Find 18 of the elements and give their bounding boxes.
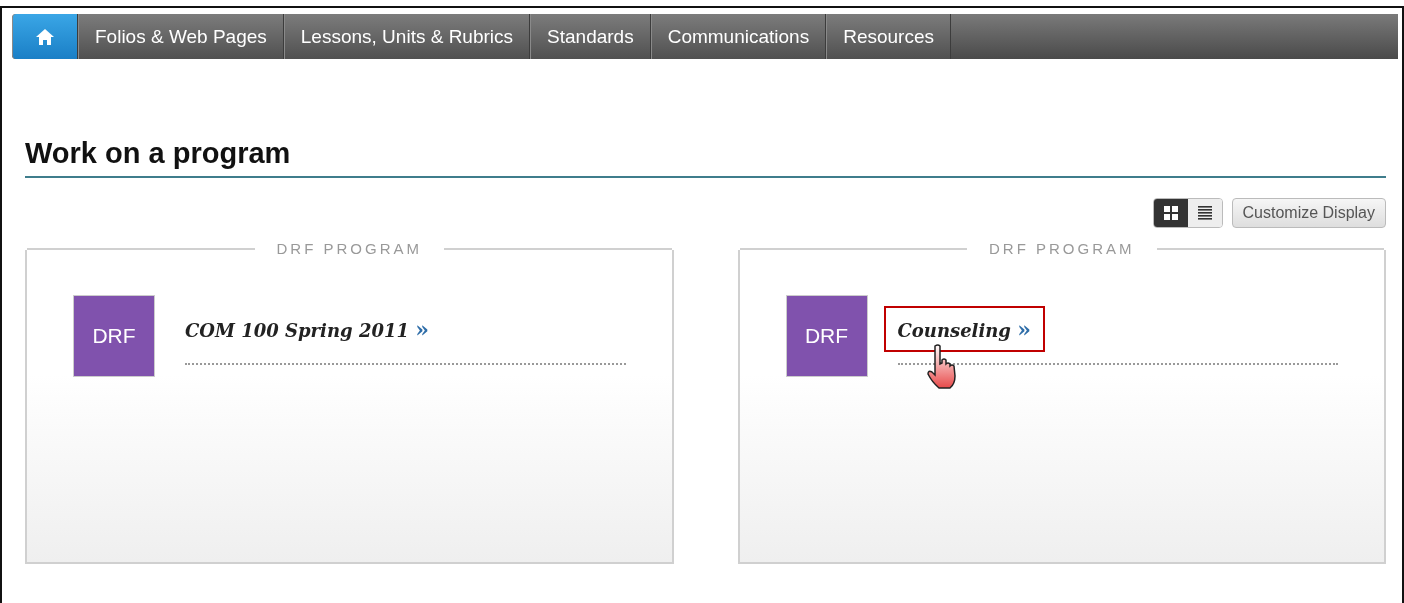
list-view-button[interactable] [1187,199,1222,227]
nav-tab[interactable]: Resources [826,14,951,59]
program-link[interactable]: COM 100 Spring 2011 » [171,306,443,352]
grid-icon [1163,206,1178,220]
card-legend: DRF PROGRAM [967,240,1157,257]
grid-view-button[interactable] [1153,199,1188,227]
program-badge: DRF [73,295,155,377]
nav-tab[interactable]: Lessons, Units & Rubrics [283,14,531,59]
nav-tab[interactable]: Standards [530,14,651,59]
card-legend: DRF PROGRAM [254,240,444,257]
program-badge: DRF [785,295,868,377]
nav-tab[interactable]: Communications [650,14,827,59]
home-tab[interactable] [12,14,78,59]
nav-tab[interactable]: Folios & Web Pages [78,14,284,59]
customize-display-button[interactable]: Customize Display [1231,198,1386,228]
list-icon [1197,206,1212,220]
page-heading: Work on a program [25,137,1386,178]
home-icon [36,28,54,45]
